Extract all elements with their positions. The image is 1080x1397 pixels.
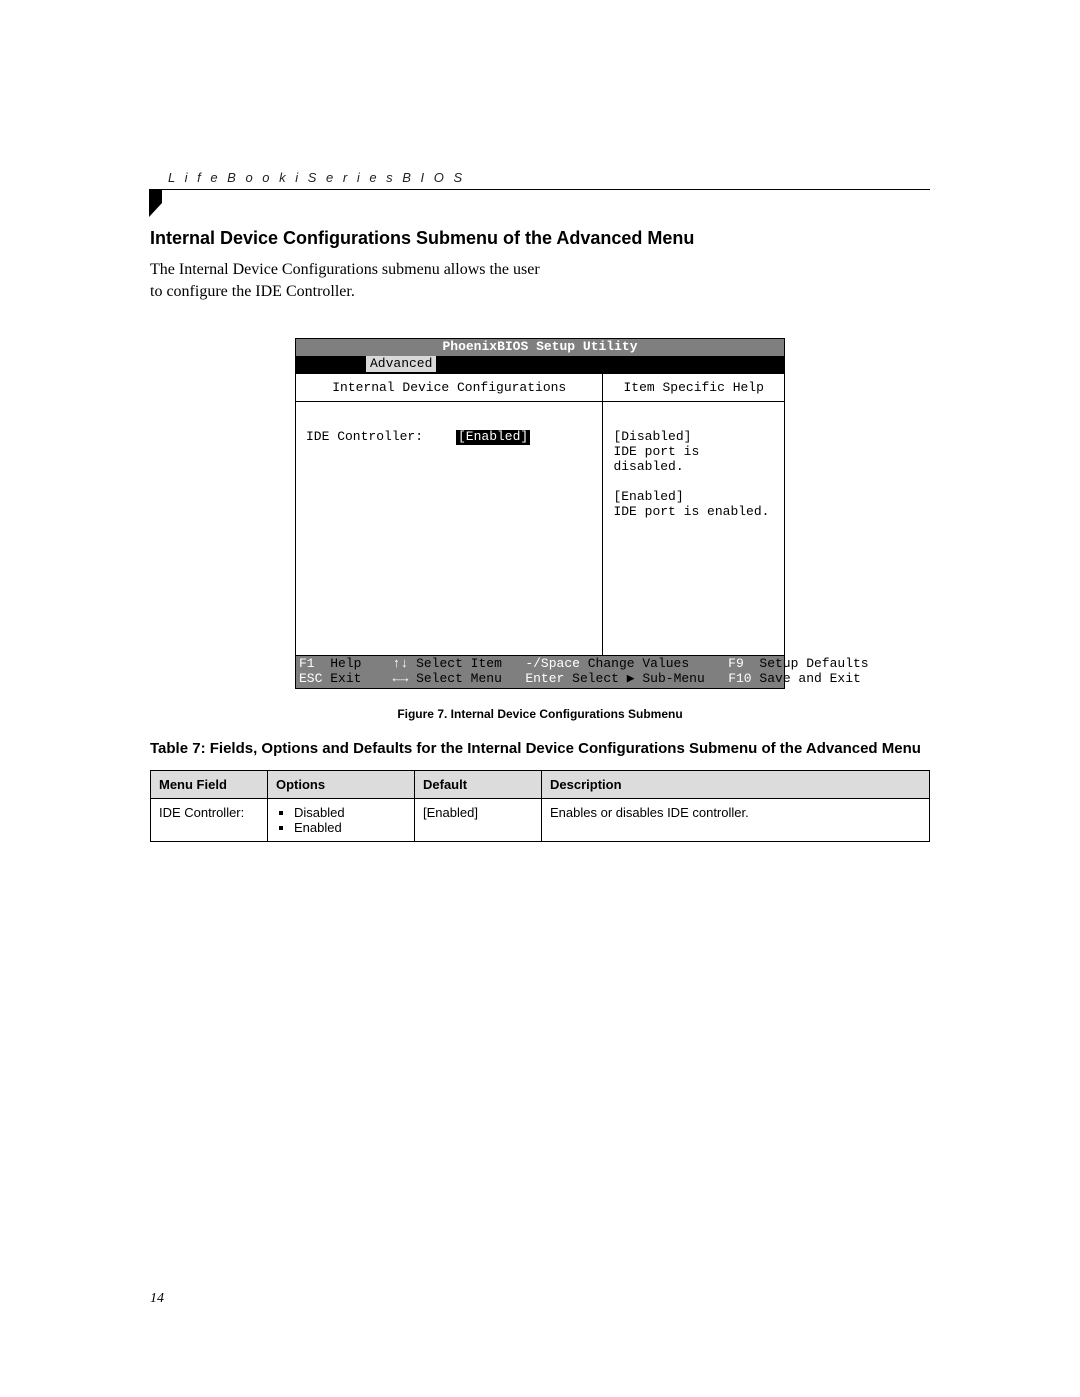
table-caption: Table 7: Fields, Options and Defaults fo… <box>150 739 930 759</box>
help-line: IDE port is disabled. <box>613 445 774 475</box>
intro-paragraph: The Internal Device Configurations subme… <box>150 259 550 302</box>
figure-caption: Figure 7. Internal Device Configurations… <box>150 707 930 721</box>
help-line: [Enabled] <box>613 490 774 505</box>
footer-key: F1 <box>299 657 315 672</box>
bios-tab-advanced[interactable]: Advanced <box>366 356 436 372</box>
th-description: Description <box>542 771 930 799</box>
th-options: Options <box>268 771 415 799</box>
bios-field-label: IDE Controller: <box>306 430 456 445</box>
footer-label: Setup Defaults <box>759 657 868 672</box>
footer-key: ↑↓ <box>393 657 409 672</box>
help-line: [Disabled] <box>613 430 774 445</box>
help-spacer <box>613 475 774 490</box>
footer-label: Select Item <box>416 657 502 672</box>
bios-body: Internal Device Configurations IDE Contr… <box>295 373 785 656</box>
table-header-row: Menu Field Options Default Description <box>151 771 930 799</box>
page-header: L i f e B o o k i S e r i e s B I O S <box>150 170 930 190</box>
bios-help-text: [Disabled] IDE port is disabled. [Enable… <box>613 402 774 645</box>
footer-label: Select ▶ Sub-Menu <box>572 672 705 687</box>
option-item: Disabled <box>294 805 406 820</box>
th-default: Default <box>415 771 542 799</box>
bios-panel-title: Internal Device Configurations <box>296 379 602 402</box>
options-table: Menu Field Options Default Description I… <box>150 770 930 842</box>
footer-key: F10 <box>728 672 751 687</box>
footer-key: F9 <box>728 657 744 672</box>
bios-screenshot: PhoenixBIOS Setup Utility Advanced Inter… <box>295 338 785 689</box>
td-default: [Enabled] <box>415 799 542 842</box>
running-head: L i f e B o o k i S e r i e s B I O S <box>168 170 930 185</box>
footer-label: Select Menu <box>416 672 502 687</box>
header-rule <box>150 189 930 190</box>
footer-key: -/Space <box>525 657 580 672</box>
footer-label: Help <box>330 657 361 672</box>
footer-label: Change Values <box>588 657 689 672</box>
td-options: Disabled Enabled <box>268 799 415 842</box>
td-menu-field: IDE Controller: <box>151 799 268 842</box>
footer-key: ←→ <box>393 672 409 687</box>
section-title: Internal Device Configurations Submenu o… <box>150 228 930 249</box>
help-line: IDE port is enabled. <box>613 505 774 520</box>
footer-key: Enter <box>525 672 564 687</box>
bios-field-value[interactable]: [Enabled] <box>456 430 530 445</box>
td-description: Enables or disables IDE controller. <box>542 799 930 842</box>
bios-tabbar: Advanced <box>295 356 785 373</box>
th-menu-field: Menu Field <box>151 771 268 799</box>
option-item: Enabled <box>294 820 406 835</box>
footer-label: Exit <box>330 672 361 687</box>
table-row: IDE Controller: Disabled Enabled [Enable… <box>151 799 930 842</box>
bios-help-title: Item Specific Help <box>603 379 784 402</box>
page-number: 14 <box>150 1291 164 1307</box>
bios-footer: F1 Help ↑↓ Select Item -/Space Change Va… <box>295 656 785 689</box>
bios-title: PhoenixBIOS Setup Utility <box>295 338 785 356</box>
footer-label: Save and Exit <box>759 672 860 687</box>
bios-field-row: IDE Controller: [Enabled] <box>306 430 592 445</box>
footer-key: ESC <box>299 672 322 687</box>
